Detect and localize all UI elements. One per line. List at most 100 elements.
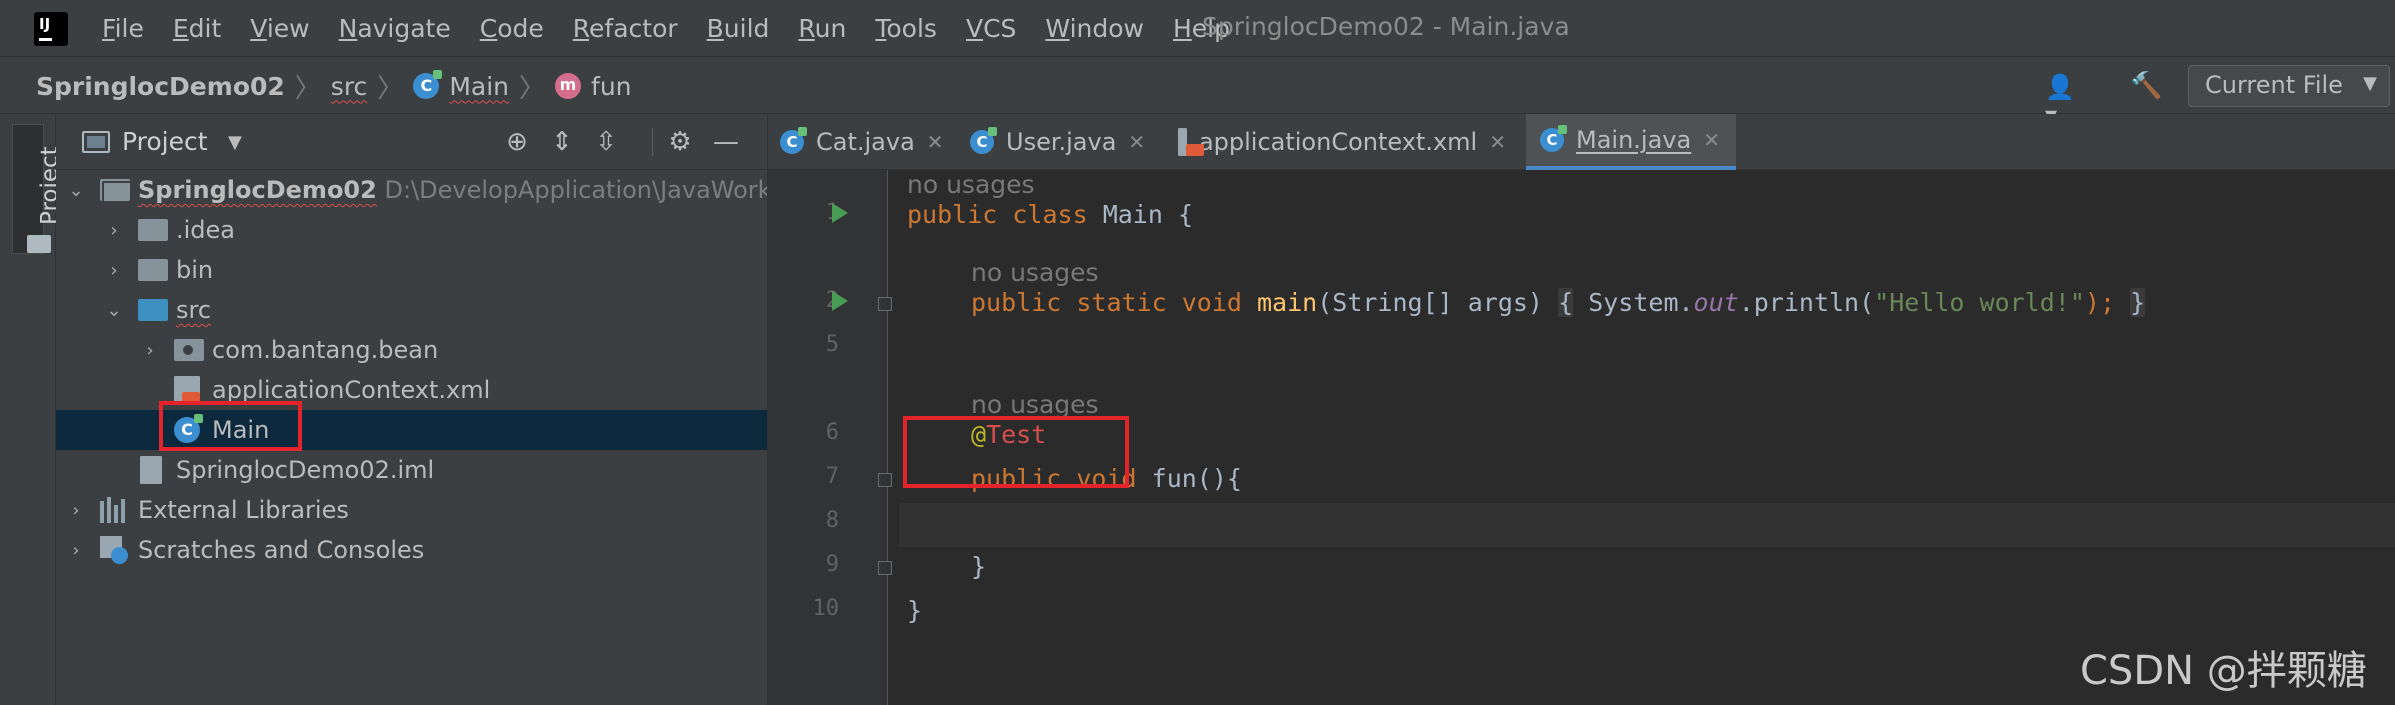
breadcrumb-src[interactable]: src [331, 72, 368, 101]
tree-item-bin[interactable]: › bin [56, 250, 767, 290]
chevron-right-icon[interactable]: › [66, 540, 86, 561]
menu-tools[interactable]: Tools [875, 14, 937, 43]
project-folder-icon [100, 179, 132, 203]
run-icon[interactable] [832, 203, 848, 223]
xml-file-icon [174, 376, 200, 404]
menu-code[interactable]: Code [480, 14, 544, 43]
tree-item-main[interactable]: C Main [56, 410, 767, 450]
user-icon[interactable]: 👤▾ [2045, 73, 2085, 129]
code-area[interactable]: no usages public class Main { no usages … [899, 170, 2395, 705]
breadcrumb-method[interactable]: fun [591, 72, 632, 101]
chevron-right-icon[interactable]: › [104, 260, 124, 281]
root-name: SpringlocDemo02 [138, 176, 377, 204]
tree-label: com.bantang.bean [212, 336, 439, 364]
menu-run[interactable]: Run [798, 14, 846, 43]
code-token: class [1012, 200, 1088, 229]
code-token: public void [971, 464, 1137, 493]
close-icon[interactable]: ✕ [1489, 130, 1506, 154]
chevron-right-icon[interactable]: › [66, 500, 86, 521]
hide-panel-icon[interactable]: — [711, 127, 741, 157]
run-config-selector[interactable]: Current File ▼ [2188, 65, 2390, 107]
tab-cat-java[interactable]: C Cat.java ✕ [780, 114, 956, 170]
code-token: } [907, 596, 923, 625]
chevron-right-icon[interactable]: › [140, 340, 160, 361]
chevron-down-icon[interactable]: ⌄ [104, 300, 124, 321]
code-token: } [2130, 288, 2146, 317]
close-icon[interactable]: ✕ [1703, 128, 1720, 152]
breadcrumb-class[interactable]: Main [449, 72, 509, 101]
code-line-10: } [907, 596, 922, 625]
menu-file[interactable]: File [102, 14, 144, 43]
tab-label: Cat.java [816, 128, 915, 156]
editor: C Cat.java ✕ C User.java ✕ applicationCo… [768, 114, 2395, 705]
expand-all-icon[interactable]: ⇕ [547, 127, 577, 157]
code-token: public static void [971, 288, 1242, 317]
tree-item-src[interactable]: ⌄ src [56, 290, 767, 330]
tree-item-xml[interactable]: applicationContext.xml [56, 370, 767, 410]
intellij-logo-icon[interactable]: IJ [30, 8, 72, 50]
tree-item-idea[interactable]: › .idea [56, 210, 767, 250]
source-folder-icon [138, 299, 168, 321]
gear-icon[interactable]: ⚙ [665, 127, 695, 157]
class-icon: C [780, 127, 807, 154]
menu-view[interactable]: View [250, 14, 309, 43]
library-icon [100, 497, 128, 523]
close-icon[interactable]: ✕ [927, 130, 944, 154]
code-token: { [1558, 288, 1574, 317]
code-token: .println( [1738, 288, 1875, 317]
project-panel-header: Project ▼ ⊕ ⇕ ⇳ ⚙ — [56, 114, 767, 170]
usage-hint[interactable]: no usages [907, 170, 1035, 199]
code-token: out [1693, 288, 1739, 317]
code-token: fun(){ [1151, 464, 1242, 493]
line-number: 8 [825, 508, 839, 533]
menu-build[interactable]: Build [707, 14, 770, 43]
project-panel-title[interactable]: Project [122, 127, 208, 156]
chevron-right-icon: 〉 [294, 73, 321, 104]
chevron-down-icon[interactable]: ▼ [228, 132, 242, 153]
menu-vcs[interactable]: VCS [966, 14, 1016, 43]
locate-icon[interactable]: ⊕ [502, 127, 532, 157]
tree-item-external-libraries[interactable]: › External Libraries [56, 490, 767, 530]
code-line-6: @Test [971, 420, 1046, 449]
tab-application-context-xml[interactable]: applicationContext.xml ✕ [1178, 114, 1506, 170]
tree-item-root[interactable]: ⌄ SpringlocDemo02 D:\DevelopApplication\… [56, 170, 767, 210]
module-file-icon [140, 456, 162, 484]
breadcrumb-project[interactable]: SpringlocDemo02 [36, 72, 285, 101]
tree-item-package[interactable]: › com.bantang.bean [56, 330, 767, 370]
menu-refactor[interactable]: Refactor [573, 14, 678, 43]
tab-user-java[interactable]: C User.java ✕ [970, 114, 1162, 170]
usage-hint[interactable]: no usages [971, 390, 1099, 419]
chevron-down-icon[interactable]: ⌄ [66, 180, 86, 201]
tree-item-iml[interactable]: SpringlocDemo02.iml [56, 450, 767, 490]
collapse-all-icon[interactable]: ⇳ [591, 127, 621, 157]
close-icon[interactable]: ✕ [1128, 130, 1145, 154]
code-token: public [907, 200, 998, 229]
tab-label: applicationContext.xml [1198, 128, 1478, 156]
folder-icon [138, 219, 168, 241]
fold-icon[interactable] [878, 297, 892, 311]
package-icon [174, 339, 204, 361]
tree-label: External Libraries [138, 496, 349, 524]
tab-main-java[interactable]: C Main.java ✕ [1526, 114, 1736, 170]
menu-window[interactable]: Window [1045, 14, 1144, 43]
code-line-9: } [971, 552, 986, 581]
code-token: @ [971, 420, 987, 449]
folder-icon [138, 259, 168, 281]
usage-hint[interactable]: no usages [971, 258, 1099, 287]
class-icon: C [1540, 125, 1567, 152]
chevron-right-icon[interactable]: › [104, 220, 124, 241]
fold-icon[interactable] [878, 561, 892, 575]
code-token: ); [2084, 288, 2115, 317]
hammer-icon[interactable]: 🔨 [2130, 71, 2162, 101]
run-icon[interactable] [832, 291, 848, 311]
project-tool-button[interactable]: Project [12, 124, 63, 254]
code-token: "Hello world!" [1874, 288, 2085, 317]
menu-navigate[interactable]: Navigate [339, 14, 451, 43]
menu-bar: IJ File Edit View Navigate Code Refactor… [0, 0, 2395, 56]
code-line-7: public void fun(){ [971, 464, 1242, 493]
project-view-icon [82, 131, 110, 153]
line-number: 10 [812, 596, 840, 621]
fold-icon[interactable] [878, 473, 892, 487]
menu-edit[interactable]: Edit [173, 14, 221, 43]
tree-item-scratches[interactable]: › Scratches and Consoles [56, 530, 767, 570]
